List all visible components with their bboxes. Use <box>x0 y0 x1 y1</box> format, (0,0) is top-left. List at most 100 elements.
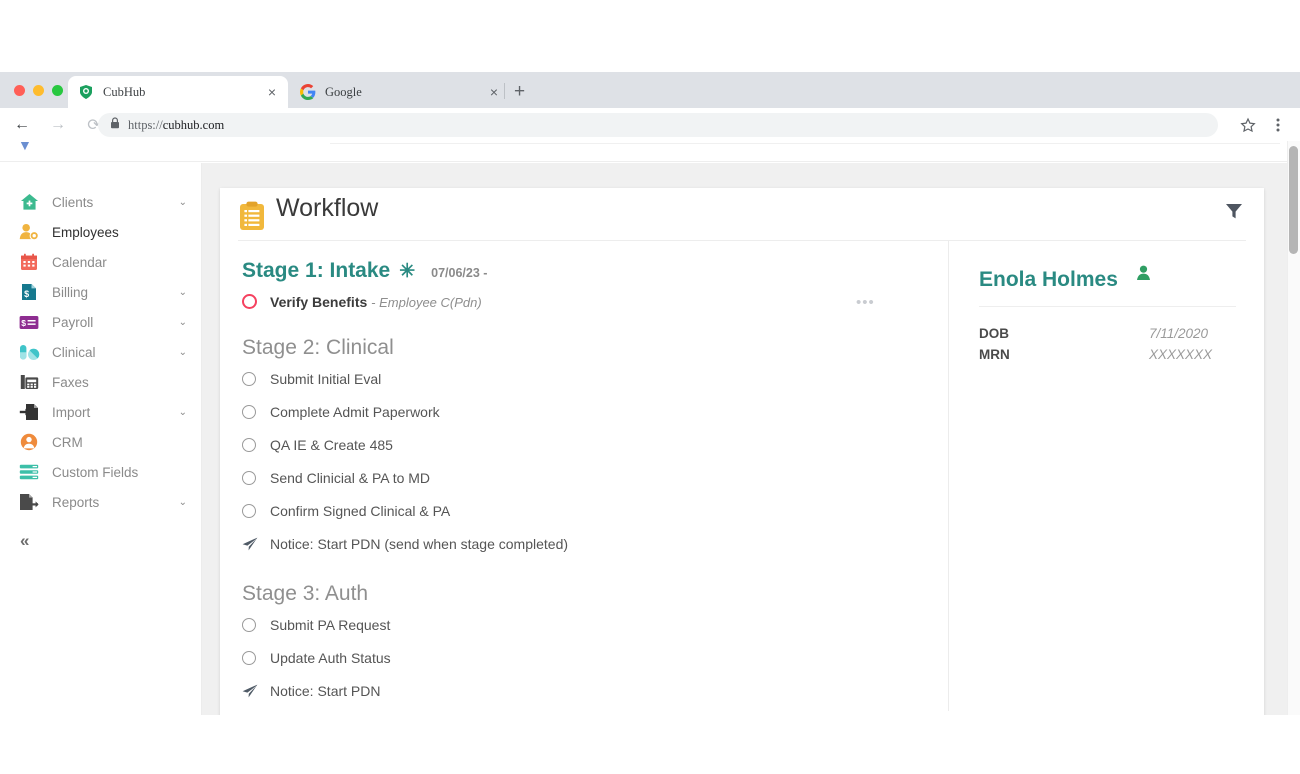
minimize-window-button[interactable] <box>33 85 44 96</box>
task-row[interactable]: Update Auth Status <box>242 641 948 674</box>
sidebar-item-faxes[interactable]: Faxes <box>0 367 201 397</box>
sidebar-item-billing[interactable]: $ Billing ⌄ <box>0 277 201 307</box>
task-status-icon[interactable] <box>242 650 264 665</box>
sidebar-item-reports[interactable]: Reports ⌄ <box>0 487 201 517</box>
kebab-menu-icon[interactable] <box>1266 113 1290 137</box>
field-key: MRN <box>979 347 1010 362</box>
list-stack-icon <box>18 462 40 482</box>
send-notice-icon[interactable] <box>242 684 264 698</box>
stage-title: Stage 3: Auth <box>242 582 369 605</box>
task-row[interactable]: Send Clinicial & PA to MD <box>242 461 948 494</box>
page-scrollbar-thumb[interactable] <box>1289 146 1298 254</box>
person-icon[interactable] <box>1136 265 1151 286</box>
close-window-button[interactable] <box>14 85 25 96</box>
close-tab-button[interactable]: × <box>488 85 500 99</box>
sidebar-item-payroll[interactable]: $ Payroll ⌄ <box>0 307 201 337</box>
task-label: Confirm Signed Clinical & PA <box>270 502 451 519</box>
task-status-icon[interactable] <box>242 437 264 452</box>
tab-cubhub[interactable]: CubHub × <box>68 76 288 108</box>
stage-header-3: Stage 3: Auth <box>242 582 948 606</box>
lock-icon <box>110 116 120 134</box>
task-row[interactable]: Notice: Start PDN <box>242 674 948 707</box>
url-prefix: https:// <box>128 117 163 132</box>
sidebar-item-calendar[interactable]: Calendar <box>0 247 201 277</box>
browser-chrome: CubHub × Google × + ← → ⟳ https://cubhub… <box>0 72 1300 141</box>
filter-funnel-icon[interactable] <box>1224 201 1246 223</box>
new-tab-button[interactable]: + <box>514 82 525 101</box>
task-row[interactable]: Submit PA Request <box>242 608 948 641</box>
workflow-header: Workflow <box>238 188 1246 241</box>
task-row[interactable]: Notice: Start PDN (send when stage compl… <box>242 527 948 560</box>
workflow-stage-list: Stage 1: Intake ✳ 07/06/23 - Verify Bene… <box>220 241 948 715</box>
chevron-down-icon[interactable]: ⌄ <box>179 287 187 298</box>
maximize-window-button[interactable] <box>52 85 63 96</box>
star-icon[interactable] <box>1236 113 1260 137</box>
url-domain: cubhub.com <box>162 117 225 132</box>
tab-google[interactable]: Google × <box>290 76 510 108</box>
content-area: Workflow Stage 1: Intake ✳ 07/06/23 - Ve… <box>202 163 1288 715</box>
sidebar-item-clients[interactable]: Clients ⌄ <box>0 187 201 217</box>
task-row[interactable]: Verify Benefits - Employee C(Pdn) ••• <box>242 285 948 318</box>
tab-title: CubHub <box>103 84 146 99</box>
home-plus-icon <box>18 192 40 212</box>
task-row[interactable]: Complete Admit Paperwork <box>242 395 948 428</box>
task-row[interactable]: Submit Initial Eval <box>242 362 948 395</box>
chevron-down-icon[interactable]: ⌄ <box>179 347 187 358</box>
task-label: Send Clinicial & PA to MD <box>270 469 431 486</box>
patient-header: Enola Holmes <box>979 265 1236 292</box>
circle-outline-icon <box>242 617 256 632</box>
sidebar-item-custom-fields[interactable]: Custom Fields <box>0 457 201 487</box>
user-circle-icon <box>18 432 40 452</box>
sidebar-item-crm[interactable]: CRM <box>0 427 201 457</box>
sidebar-item-employees[interactable]: Employees <box>0 217 201 247</box>
sidebar-item-label: Faxes <box>52 374 89 390</box>
sidebar: Clients ⌄ Employees Calendar $ Billing ⌄… <box>0 163 202 715</box>
task-assignee: - Employee C(Pdn) <box>371 294 482 310</box>
task-status-icon[interactable] <box>242 503 264 518</box>
address-bar[interactable]: https://cubhub.com <box>98 113 1218 137</box>
pill-capsule-icon <box>18 342 40 362</box>
field-value: 7/11/2020 <box>1149 326 1209 341</box>
sidebar-item-import[interactable]: Import ⌄ <box>0 397 201 427</box>
circle-outline-icon <box>242 650 256 665</box>
task-status-icon[interactable] <box>242 404 264 419</box>
circle-outline-icon <box>242 404 256 419</box>
report-export-icon <box>18 492 40 512</box>
sidebar-collapse-button[interactable]: « <box>20 531 201 551</box>
back-button[interactable]: ← <box>8 116 36 134</box>
task-status-icon[interactable] <box>242 617 264 632</box>
send-notice-icon[interactable] <box>242 537 264 551</box>
url-text: https://cubhub.com <box>128 118 224 133</box>
patient-name[interactable]: Enola Holmes <box>979 268 1118 292</box>
patient-panel: Enola Holmes DOB 7/11/2020 MRN XXXXXXX <box>949 241 1264 715</box>
task-status-icon[interactable] <box>242 371 264 386</box>
stage-date: 07/06/23 - <box>431 266 488 280</box>
circle-outline-icon <box>242 371 256 386</box>
task-status-icon[interactable] <box>242 470 264 485</box>
stage-header-2: Stage 2: Clinical <box>242 336 948 360</box>
task-row[interactable]: Confirm Signed Clinical & PA <box>242 494 948 527</box>
window-controls[interactable] <box>14 85 63 96</box>
chevron-down-icon[interactable]: ⌄ <box>179 497 187 508</box>
close-tab-button[interactable]: × <box>266 85 278 99</box>
invoice-dollar-icon: $ <box>18 282 40 302</box>
task-status-icon[interactable] <box>242 294 264 309</box>
task-label: Submit PA Request <box>270 616 391 633</box>
chevron-down-icon[interactable]: ⌄ <box>179 407 187 418</box>
sidebar-item-clinical[interactable]: Clinical ⌄ <box>0 337 201 367</box>
calendar-icon <box>18 252 40 272</box>
circle-outline-icon <box>242 503 256 518</box>
employee-clock-icon <box>18 222 40 242</box>
forward-button[interactable]: → <box>44 116 72 134</box>
svg-text:$: $ <box>21 318 26 328</box>
chevron-down-icon[interactable]: ⌄ <box>179 197 187 208</box>
toolbar-right <box>1236 113 1290 137</box>
chevron-down-icon[interactable]: ⌄ <box>179 317 187 328</box>
task-row[interactable]: QA IE & Create 485 <box>242 428 948 461</box>
sidebar-item-label: Employees <box>52 224 119 240</box>
task-label: Complete Admit Paperwork <box>270 403 440 420</box>
page-top-stub: ▼ <box>0 141 1288 162</box>
task-overflow-menu[interactable]: ••• <box>856 294 875 311</box>
stage-title: Stage 2: Clinical <box>242 336 394 359</box>
google-g-icon <box>300 84 316 100</box>
